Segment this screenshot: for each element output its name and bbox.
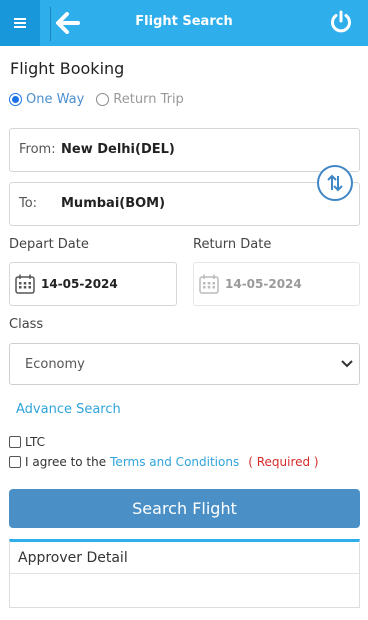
swap-vertical-icon [327,174,343,192]
power-icon [331,10,351,33]
return-trip-radio[interactable] [96,92,110,106]
form-heading: Flight Booking [10,59,125,78]
to-field[interactable]: To: Mumbai(BOM) [9,182,360,226]
ltc-label: LTC [25,435,46,449]
ltc-checkbox[interactable] [9,436,21,448]
chevron-down-icon [341,360,353,368]
from-field[interactable]: From: New Delhi(DEL) [9,128,360,172]
terms-link[interactable]: Terms and Conditions [110,455,239,469]
to-value: Mumbai(BOM) [61,196,166,211]
terms-checkbox[interactable] [9,456,21,468]
return-date-label: Return Date [193,237,272,252]
terms-row: I agree to the Terms and Conditions ( Re… [9,454,319,470]
from-label: From: [19,142,56,157]
class-value: Economy [25,357,85,372]
one-way-label[interactable]: One Way [26,92,84,107]
approver-divider [10,573,359,574]
return-date-value: 14-05-2024 [225,277,302,291]
depart-date-label: Depart Date [9,237,89,252]
return-trip-label[interactable]: Return Trip [113,92,184,107]
search-flight-button[interactable]: Search Flight [9,489,360,528]
advance-search-link[interactable]: Advance Search [16,402,121,417]
top-app-bar: Flight Search [0,0,368,46]
class-select[interactable]: Economy [9,343,360,385]
ltc-row: LTC [9,434,45,450]
swap-button[interactable] [317,165,353,201]
trip-type-group: One Way Return Trip [9,90,196,108]
calendar-icon [15,274,35,294]
from-value: New Delhi(DEL) [61,142,175,157]
class-label: Class [9,317,44,332]
logout-button[interactable] [328,9,354,35]
depart-date-field[interactable]: 14-05-2024 [9,262,177,306]
required-indicator: ( Required ) [248,455,319,469]
return-date-field[interactable]: 14-05-2024 [193,262,360,306]
depart-date-value: 14-05-2024 [41,277,118,291]
calendar-icon [199,274,219,294]
page-title: Flight Search [135,14,233,29]
approver-title: Approver Detail [18,550,128,566]
approver-panel: Approver Detail [9,539,360,608]
terms-prefix: I agree to the [25,455,107,469]
one-way-radio[interactable] [9,92,22,106]
to-label: To: [19,196,38,211]
